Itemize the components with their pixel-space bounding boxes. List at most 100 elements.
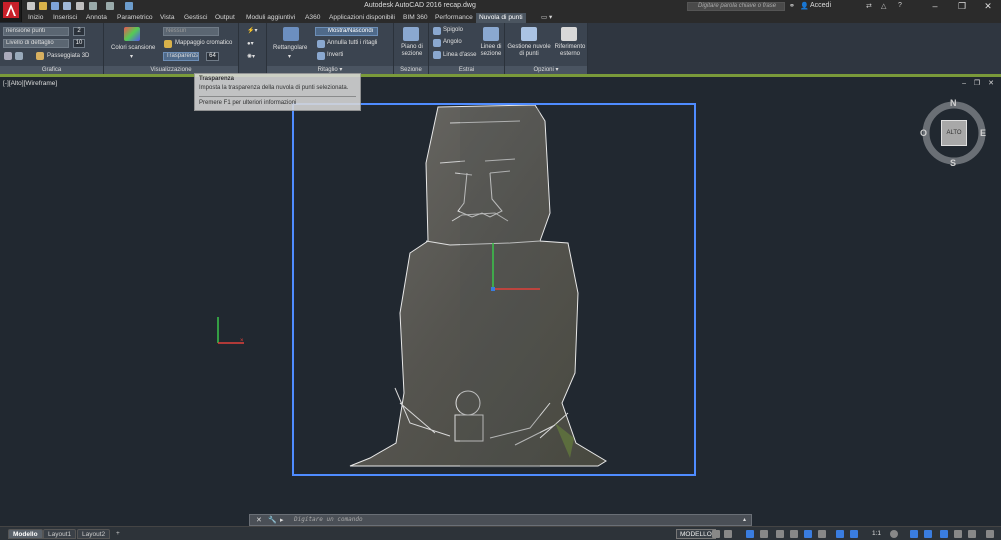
open-icon[interactable] <box>39 2 47 10</box>
polar-icon[interactable] <box>760 530 768 538</box>
color-mapping-button[interactable]: Mappaggio cromatico <box>175 40 232 46</box>
viewport-label[interactable]: [-][Alto][Wireframe] <box>3 80 57 87</box>
tab-vista[interactable]: Vista <box>160 13 175 23</box>
hardware-accel-icon[interactable] <box>940 530 948 538</box>
compass-north[interactable]: N <box>950 98 957 108</box>
drawing-viewport[interactable]: [-][Alto][Wireframe] – ❐ ✕ × ALTO N S E … <box>0 77 1001 525</box>
tab-annota[interactable]: Annota <box>86 13 107 23</box>
panel-opzioni-title[interactable]: Opzioni ▾ <box>505 66 587 74</box>
tab-gestisci[interactable]: Gestisci <box>184 13 207 23</box>
tab-output[interactable]: Output <box>215 13 235 23</box>
compass-west[interactable]: O <box>920 128 927 138</box>
compass-south[interactable]: S <box>950 158 956 168</box>
clean-screen-icon[interactable] <box>954 530 962 538</box>
print-icon[interactable] <box>76 2 84 10</box>
corner-button[interactable]: Angolo <box>443 39 462 45</box>
ortho-icon[interactable] <box>746 530 754 538</box>
chevron-down-icon[interactable]: ▾ <box>130 53 133 60</box>
otrack-icon[interactable] <box>804 530 812 538</box>
walk-icon[interactable] <box>4 52 12 60</box>
show-hide-button[interactable]: Mostra/Nascondi <box>315 27 378 36</box>
tab-nuvola-di-punti[interactable]: Nuvola di punti <box>476 13 526 23</box>
section-lines-icon[interactable] <box>483 27 499 41</box>
tab-applicazioni[interactable]: Applicazioni disponibili <box>329 13 395 23</box>
help-icon[interactable]: ? <box>898 2 902 11</box>
point-size-value[interactable]: 2 <box>73 27 85 36</box>
isodraft-icon[interactable] <box>776 530 784 538</box>
invert-button[interactable]: Inverti <box>327 52 343 58</box>
tab-extra-icon[interactable]: ▭ ▾ <box>541 13 552 23</box>
customize-icon[interactable] <box>968 530 976 538</box>
application-menu-button[interactable] <box>0 0 22 22</box>
grid-icon[interactable] <box>712 530 720 538</box>
layout-tab-model[interactable]: Modello <box>8 529 43 539</box>
annotation-scale[interactable]: 1:1 <box>872 530 881 537</box>
signin-button[interactable]: Accedi <box>800 2 831 9</box>
transparency-toggle-icon[interactable] <box>836 530 844 538</box>
close-icon[interactable]: ✕ <box>256 516 262 524</box>
tab-inizio[interactable]: Inizio <box>28 13 43 23</box>
manage-pointclouds-button[interactable]: Gestione nuvole di punti <box>506 44 552 58</box>
external-reference-button[interactable]: Riferimento esterno <box>552 44 588 58</box>
a360-icon[interactable]: △ <box>881 2 886 11</box>
exchange-icon[interactable]: ⇄ <box>866 2 872 11</box>
command-prompt-icon[interactable]: ▸ <box>280 516 284 524</box>
wrench-icon[interactable]: 🔧 <box>268 516 277 524</box>
rectangular-crop-button[interactable]: Rettangolare <box>273 45 307 51</box>
chevron-down-icon[interactable]: ▾ <box>288 53 291 60</box>
scan-colors-button[interactable]: Colori scansione <box>111 45 155 51</box>
minimize-button[interactable]: – <box>922 0 948 13</box>
osnap-icon[interactable] <box>790 530 798 538</box>
section-plane-button[interactable]: Piano di sezione <box>397 44 427 58</box>
scan-colors-icon[interactable] <box>124 27 140 41</box>
tab-parametrico[interactable]: Parametrico <box>117 13 153 23</box>
plus-icon[interactable] <box>910 530 918 538</box>
cancel-all-crops-button[interactable]: Annulla tutti i ritagli <box>327 40 377 46</box>
centerline-button[interactable]: Linea d'asse <box>443 52 477 58</box>
redo-icon[interactable] <box>106 2 114 10</box>
compass-east[interactable]: E <box>980 128 986 138</box>
layout-tab-layout2[interactable]: Layout2 <box>77 529 111 539</box>
detail-level-value[interactable]: 10 <box>73 39 85 48</box>
menu-icon[interactable] <box>986 530 994 538</box>
model-space-toggle[interactable]: MODELLO <box>676 529 716 539</box>
edge-button[interactable]: Spigolo <box>443 27 463 33</box>
save-icon[interactable] <box>51 2 59 10</box>
binoculars-icon[interactable]: ⚭ <box>789 2 795 11</box>
viewport-window-controls[interactable]: – ❐ ✕ <box>962 79 997 87</box>
lineweight-icon[interactable] <box>818 530 826 538</box>
share-icon[interactable] <box>125 2 133 10</box>
tab-inserisci[interactable]: Inserisci <box>53 13 77 23</box>
tab-bim360[interactable]: BIM 360 <box>403 13 428 23</box>
sphere-icon[interactable]: ●▾ <box>247 40 254 47</box>
footsteps-icon[interactable] <box>36 52 44 60</box>
add-layout-button[interactable]: + <box>112 529 124 539</box>
layout-tab-layout1[interactable]: Layout1 <box>43 529 77 539</box>
tab-moduli-aggiuntivi[interactable]: Moduli aggiuntivi <box>246 13 295 23</box>
gear-icon[interactable] <box>890 530 898 538</box>
search-input[interactable]: Digitare parola chiave o frase <box>687 2 785 11</box>
light-icon[interactable]: ✺▾ <box>247 53 255 60</box>
transparency-value[interactable]: 64 <box>206 52 219 61</box>
lightning-icon[interactable]: ⚡▾ <box>247 27 257 34</box>
color-mode-dropdown[interactable]: Nessun <box>163 27 219 36</box>
saveas-icon[interactable] <box>63 2 71 10</box>
command-input[interactable]: Digitare un comando <box>294 516 363 523</box>
command-history-icon[interactable]: ▴ <box>743 516 746 523</box>
new-icon[interactable] <box>27 2 35 10</box>
rectangular-crop-icon[interactable] <box>283 27 299 41</box>
restore-button[interactable]: ❐ <box>949 0 975 13</box>
external-reference-icon[interactable] <box>561 27 577 41</box>
manage-pointclouds-icon[interactable] <box>521 27 537 41</box>
viewcube[interactable]: ALTO N S E O <box>918 97 990 169</box>
close-button[interactable]: ✕ <box>975 0 1001 13</box>
section-lines-button[interactable]: Linee di sezione <box>478 44 504 58</box>
snap-icon[interactable] <box>724 530 732 538</box>
selection-cycling-icon[interactable] <box>850 530 858 538</box>
section-plane-icon[interactable] <box>403 27 419 41</box>
tab-a360[interactable]: A360 <box>305 13 320 23</box>
transparency-slider[interactable]: Trasparenza <box>163 52 199 61</box>
walkthrough-3d-button[interactable]: Passeggiata 3D <box>47 53 89 59</box>
command-line[interactable]: ✕ 🔧 ▸ Digitare un comando ▴ <box>249 514 752 526</box>
viewcube-face[interactable]: ALTO <box>941 120 967 146</box>
